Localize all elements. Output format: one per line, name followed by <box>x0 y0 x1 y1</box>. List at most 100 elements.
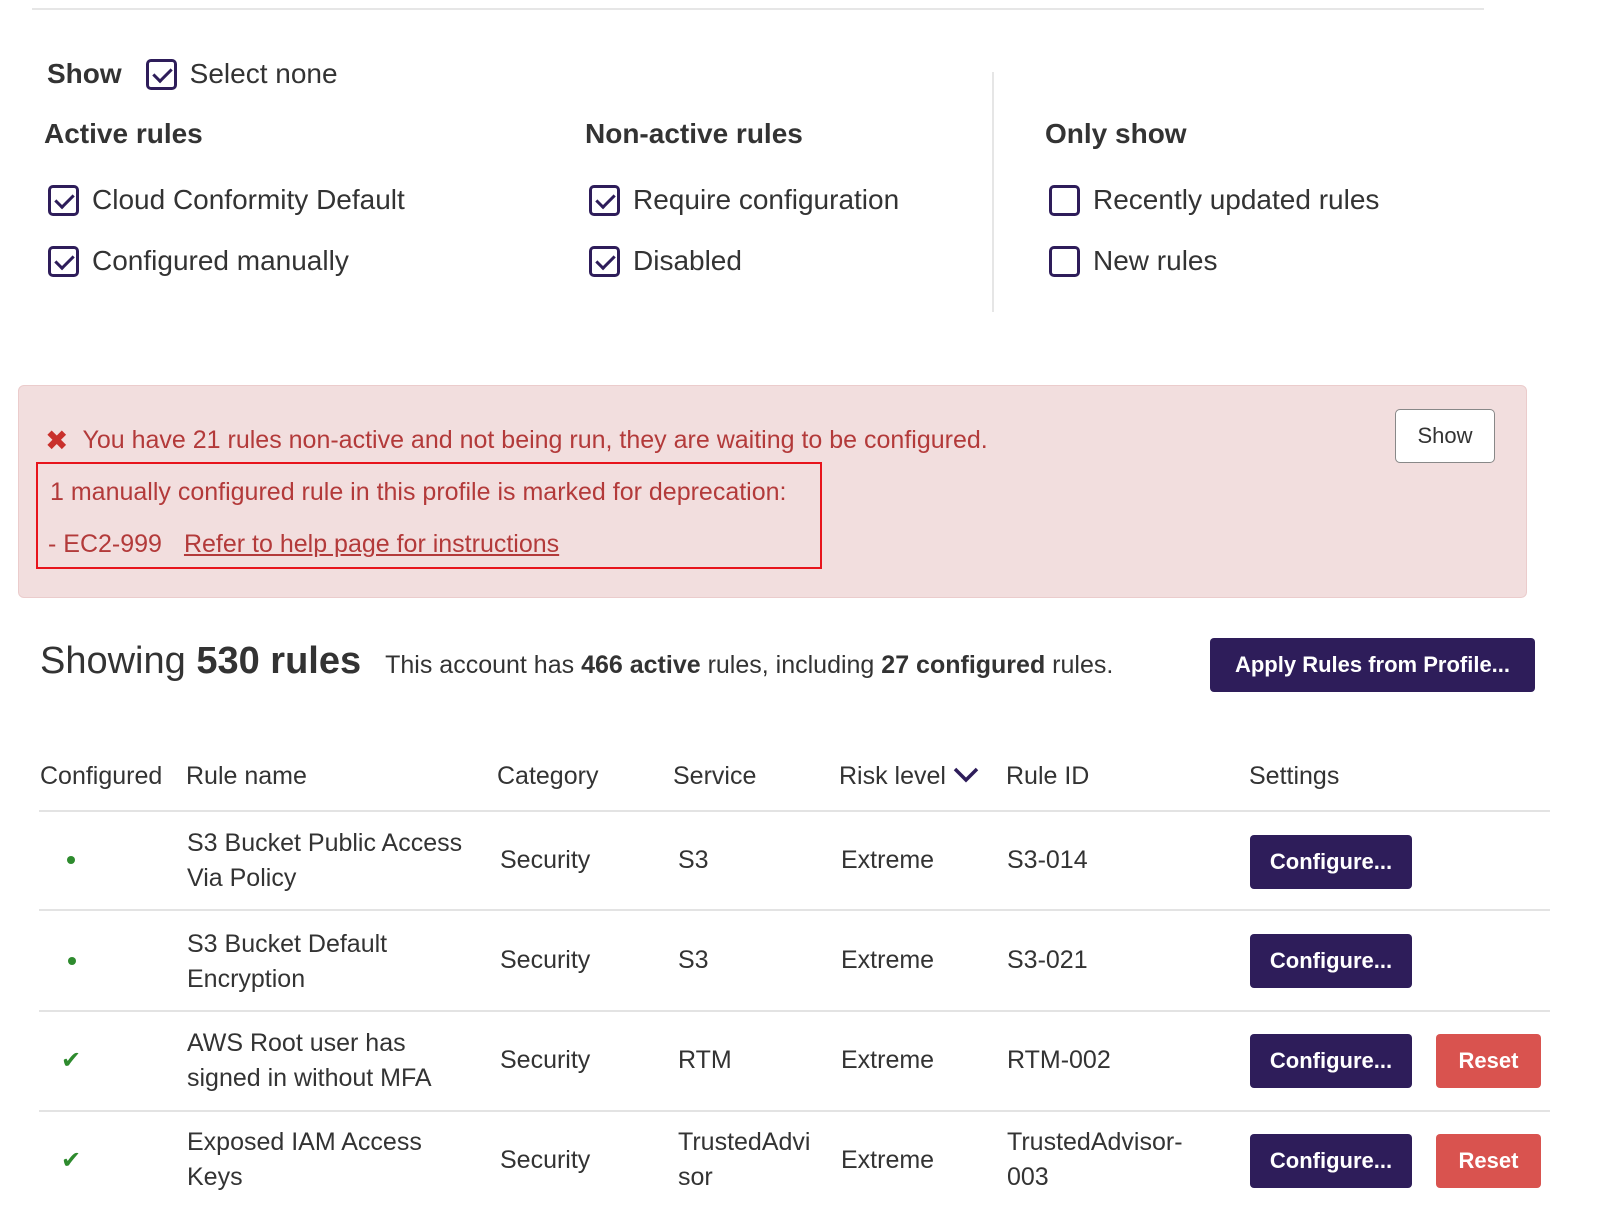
deprecated-rule-row: - EC2-999 Refer to help page for instruc… <box>48 530 559 559</box>
rule-name-line: Encryption <box>187 965 306 993</box>
checkbox-icon[interactable] <box>1049 245 1080 277</box>
configured-check-icon: ✔ <box>61 1047 82 1074</box>
rule-name: S3 Bucket Default Encryption <box>187 927 387 997</box>
checkbox-icon[interactable] <box>48 184 79 216</box>
summary-desc-2: rules, including <box>707 651 875 679</box>
rule-id-line: 003 <box>1007 1163 1049 1191</box>
nonactive-rules-title: Non-active rules <box>585 118 803 149</box>
rule-risk-level: Extreme <box>841 946 935 974</box>
filter-label: Disabled <box>633 245 742 276</box>
configured-dot-icon <box>68 957 76 965</box>
filter-recently-updated-rules[interactable]: Recently updated rules <box>1049 180 1379 220</box>
column-header-configured[interactable]: Configured <box>40 762 162 791</box>
checkbox-icon[interactable] <box>1049 184 1080 216</box>
active-rules-title: Active rules <box>44 118 203 149</box>
filter-new-rules[interactable]: New rules <box>1049 241 1379 281</box>
configure-button[interactable]: Configure... <box>1250 934 1412 988</box>
filter-disabled[interactable]: Disabled <box>589 241 899 281</box>
configured-dot-icon <box>67 856 75 864</box>
rule-risk-level: Extreme <box>841 1046 935 1074</box>
rule-id: TrustedAdvisor- 003 <box>1007 1125 1183 1195</box>
summary-desc-3: rules. <box>1052 651 1114 679</box>
rule-category: Security <box>500 1146 591 1174</box>
checkbox-icon[interactable] <box>145 58 177 90</box>
summary-description: This account has 466 active rules, inclu… <box>385 651 1113 680</box>
configured-check-icon: ✔ <box>61 1147 82 1174</box>
column-header-service[interactable]: Service <box>673 762 756 791</box>
rule-name-line: S3 Bucket Public Access <box>187 829 463 857</box>
column-header-risk-level[interactable]: Risk level <box>839 762 980 791</box>
table-row-divider <box>39 1010 1550 1012</box>
chevron-down-icon[interactable] <box>952 762 980 791</box>
filter-require-configuration[interactable]: Require configuration <box>589 180 899 220</box>
filter-label: Recently updated rules <box>1093 184 1380 215</box>
filter-label: Configured manually <box>92 245 349 276</box>
rule-name: AWS Root user has signed in without MFA <box>187 1026 432 1096</box>
deprecation-text: 1 manually configured rule in this profi… <box>50 478 787 506</box>
configured-count: 27 configured <box>881 651 1046 679</box>
table-header-divider <box>39 810 1550 812</box>
rule-service-line: sor <box>678 1163 713 1191</box>
rule-service: RTM <box>678 1046 732 1074</box>
rule-name-line: Exposed IAM Access <box>187 1128 422 1156</box>
rule-service-line: TrustedAdvi <box>678 1128 811 1156</box>
rule-name-line: AWS Root user has <box>187 1029 406 1057</box>
filter-label: New rules <box>1093 245 1218 276</box>
active-count: 466 active <box>581 651 701 679</box>
column-header-category[interactable]: Category <box>497 762 598 791</box>
alert-show-button[interactable]: Show <box>1395 409 1495 463</box>
reset-button[interactable]: Reset <box>1436 1034 1541 1088</box>
column-header-rule-id[interactable]: Rule ID <box>1006 762 1089 791</box>
filter-column-divider <box>992 72 994 312</box>
nonactive-rules-alert: ✖ You have 21 rules non-active and not b… <box>18 385 1527 598</box>
table-row-divider <box>39 1110 1550 1112</box>
rule-name: S3 Bucket Public Access Via Policy <box>187 826 462 896</box>
rule-service: TrustedAdvi sor <box>678 1125 810 1195</box>
rule-id: S3-014 <box>1007 846 1088 874</box>
rule-name-line: S3 Bucket Default <box>187 930 388 958</box>
configure-button[interactable]: Configure... <box>1250 835 1412 889</box>
rule-service: S3 <box>678 946 709 974</box>
show-filter-row: Show Select none <box>47 54 338 94</box>
help-page-link[interactable]: Refer to help page for instructions <box>184 530 559 559</box>
table-row-divider <box>39 909 1550 911</box>
active-rules-filter: Active rules Cloud Conformity Default Co… <box>44 118 405 302</box>
column-header-settings: Settings <box>1249 762 1340 790</box>
rule-name-line: signed in without MFA <box>187 1064 432 1092</box>
checkbox-icon[interactable] <box>589 184 620 216</box>
rule-risk-level: Extreme <box>841 846 935 874</box>
select-none-label: Select none <box>189 58 338 89</box>
only-show-title: Only show <box>1045 118 1187 149</box>
filter-cloud-conformity-default[interactable]: Cloud Conformity Default <box>48 180 405 220</box>
checkbox-icon[interactable] <box>589 245 620 277</box>
rule-category: Security <box>500 946 591 974</box>
rule-category: Security <box>500 1046 591 1074</box>
rule-name-line: Keys <box>187 1163 243 1191</box>
top-divider <box>32 8 1484 10</box>
reset-button[interactable]: Reset <box>1436 1134 1541 1188</box>
apply-rules-from-profile-button[interactable]: Apply Rules from Profile... <box>1210 638 1535 692</box>
configure-button[interactable]: Configure... <box>1250 1134 1412 1188</box>
rule-id: RTM-002 <box>1007 1046 1111 1074</box>
column-header-rule-name[interactable]: Rule name <box>186 762 307 791</box>
deprecated-rule-id: - EC2-999 <box>48 530 162 558</box>
filter-configured-manually[interactable]: Configured manually <box>48 241 405 281</box>
alert-message: You have 21 rules non-active and not bei… <box>82 426 988 454</box>
alert-message-row: ✖ You have 21 rules non-active and not b… <box>45 424 988 457</box>
rule-id-line: TrustedAdvisor- <box>1007 1128 1183 1156</box>
filter-label: Cloud Conformity Default <box>92 184 405 215</box>
rules-summary: Showing 530 rules This account has 466 a… <box>40 640 1113 683</box>
rule-id: S3-021 <box>1007 946 1088 974</box>
showing-prefix: Showing <box>40 640 186 682</box>
select-none-checkbox[interactable]: Select none <box>145 58 338 90</box>
nonactive-rules-filter: Non-active rules Require configuration D… <box>585 118 899 302</box>
showing-count: 530 rules <box>196 640 362 682</box>
rule-name: Exposed IAM Access Keys <box>187 1125 422 1195</box>
only-show-filter: Only show Recently updated rules New rul… <box>1045 118 1379 302</box>
showing-count-heading: Showing 530 rules <box>40 640 361 683</box>
error-x-icon: ✖ <box>45 425 69 456</box>
rule-name-line: Via Policy <box>187 864 297 892</box>
rule-category: Security <box>500 846 591 874</box>
checkbox-icon[interactable] <box>48 245 79 277</box>
configure-button[interactable]: Configure... <box>1250 1034 1412 1088</box>
